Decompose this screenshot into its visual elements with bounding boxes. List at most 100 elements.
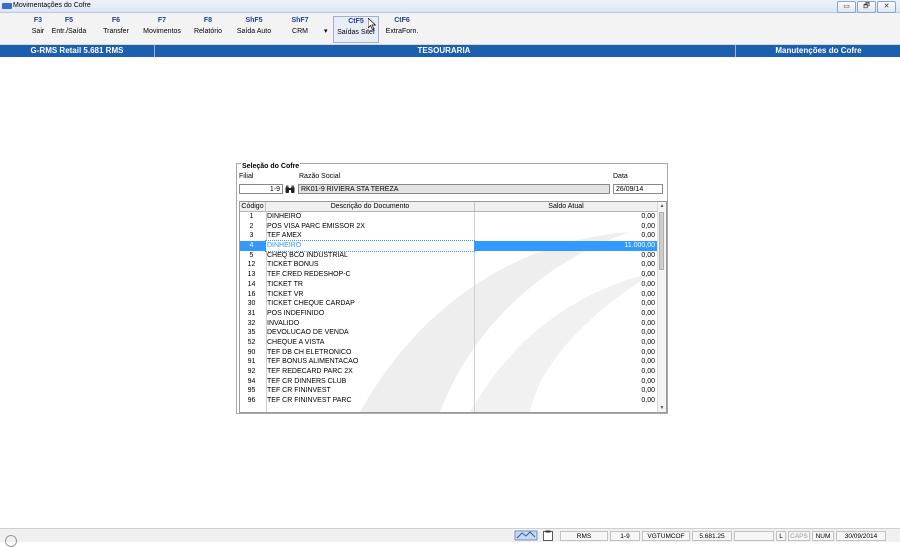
entry-exit-key: F5 bbox=[64, 17, 74, 24]
row-description: TEF CR DINNERS CLUB bbox=[267, 377, 347, 385]
status-num: NUM bbox=[812, 531, 834, 541]
row-description: TEF DB CH ELETRONICO bbox=[267, 348, 352, 356]
table-row[interactable]: 12 TICKET BONUS 0,00 bbox=[240, 260, 657, 270]
row-balance: 0,00 bbox=[641, 261, 655, 269]
row-description: TICKET VR bbox=[267, 290, 304, 298]
scroll-thumb[interactable] bbox=[659, 212, 664, 270]
minimize-button[interactable]: ▭ bbox=[837, 1, 856, 13]
table-row[interactable]: 92 TEF REDECARD PARC 2X 0,00 bbox=[240, 367, 657, 377]
movements-key: F7 bbox=[157, 17, 167, 24]
company-name-field: RK01-9 RIVIERA STA TEREZA bbox=[298, 184, 610, 194]
row-description: TICKET BONUS bbox=[267, 261, 319, 269]
status-branch: 1-9 bbox=[610, 531, 640, 541]
network-icon bbox=[514, 530, 538, 541]
restore-button[interactable]: 🗗 bbox=[857, 1, 876, 13]
row-code: 94 bbox=[247, 377, 256, 385]
exit-key: F3 bbox=[33, 17, 43, 24]
table-row[interactable]: 16 TICKET VR 0,00 bbox=[240, 290, 657, 300]
documents-table: Código Descrição do Documento Saldo Atua… bbox=[239, 201, 667, 413]
header-balance[interactable]: Saldo Atual bbox=[475, 202, 657, 211]
panel-title: Seleção do Cofre bbox=[241, 163, 301, 170]
row-description: TEF CRED REDESHOP-C bbox=[267, 271, 351, 279]
table-body: 1 DINHEIRO 0,00 2 POS VISA PARC EMISSOR 2X 0… bbox=[240, 212, 657, 406]
row-balance: 11.000,00 bbox=[624, 242, 655, 250]
system-version-label: G-RMS Retail 5.681 RMS bbox=[0, 45, 155, 57]
row-code: 30 bbox=[247, 300, 256, 308]
row-code: 4 bbox=[249, 242, 254, 250]
row-balance: 0,00 bbox=[641, 338, 655, 346]
movements-button[interactable]: F7 Movimentos bbox=[140, 16, 184, 41]
entry-exit-button[interactable]: F5 Entr./Saída bbox=[49, 16, 89, 41]
table-row[interactable]: 31 POS INDEFINIDO 0,00 bbox=[240, 309, 657, 319]
binoculars-search-icon[interactable] bbox=[285, 185, 295, 194]
row-code: 91 bbox=[247, 358, 256, 366]
scroll-up-icon[interactable]: ▲ bbox=[658, 202, 666, 210]
crm-button[interactable]: ShF7 CRM bbox=[285, 16, 315, 41]
row-balance: 0,00 bbox=[641, 271, 655, 279]
row-code: 31 bbox=[247, 309, 256, 317]
row-code: 2 bbox=[249, 222, 254, 230]
branch-input[interactable]: 1-9 bbox=[239, 184, 283, 194]
table-row[interactable]: 14 TICKET TR 0,00 bbox=[240, 280, 657, 290]
row-balance: 0,00 bbox=[641, 377, 655, 385]
transfer-button[interactable]: F6 Transfer bbox=[100, 16, 132, 41]
table-row[interactable]: 91 TEF BONUS ALIMENTACAO 0,00 bbox=[240, 357, 657, 367]
row-balance: 0,00 bbox=[641, 232, 655, 240]
crm-key: ShF7 bbox=[291, 17, 309, 24]
row-code: 90 bbox=[247, 348, 256, 356]
row-balance: 0,00 bbox=[641, 397, 655, 405]
header-code[interactable]: Código bbox=[240, 202, 266, 211]
row-description: TICKET CHEQUE CARDAP bbox=[267, 300, 355, 308]
row-code: 12 bbox=[247, 261, 256, 269]
row-description: POS INDEFINIDO bbox=[267, 309, 325, 317]
row-description: TEF BONUS ALIMENTACAO bbox=[267, 358, 359, 366]
table-row[interactable]: 13 TEF CRED REDESHOP-C 0,00 bbox=[240, 270, 657, 280]
row-code: 3 bbox=[249, 232, 254, 240]
table-header: Código Descrição do Documento Saldo Atua… bbox=[240, 202, 657, 212]
row-description: TEF CR FININVEST bbox=[267, 387, 331, 395]
branch-label: Filial bbox=[239, 173, 254, 180]
table-row[interactable]: 90 TEF DB CH ELETRONICO 0,00 bbox=[240, 348, 657, 358]
module-title: TESOURARIA bbox=[417, 46, 471, 55]
entry-exit-label: Entr./Saída bbox=[51, 28, 87, 35]
table-row[interactable]: 94 TEF CR DINNERS CLUB 0,00 bbox=[240, 377, 657, 387]
table-row[interactable]: 1 DINHEIRO 0,00 bbox=[240, 212, 657, 222]
table-row-selected[interactable]: 4 DINHEIRO 11.000,00 bbox=[240, 240, 657, 252]
table-row[interactable]: 2 POS VISA PARC EMISSOR 2X 0,00 bbox=[240, 222, 657, 232]
table-row[interactable]: 35 DEVOLUCAO DE VENDA 0,00 bbox=[240, 328, 657, 338]
table-row[interactable]: 5 CHEQ BCO INDUSTRIAL 0,00 bbox=[240, 251, 657, 261]
scroll-down-icon[interactable]: ▼ bbox=[658, 404, 666, 412]
auto-exit-key: ShF5 bbox=[245, 17, 263, 24]
status-date: 30/09/2014 bbox=[836, 531, 886, 541]
table-row[interactable]: 30 TICKET CHEQUE CARDAP 0,00 bbox=[240, 299, 657, 309]
table-row[interactable]: 96 TEF CR FININVEST PARC 0,00 bbox=[240, 396, 657, 406]
toolbar: F3 Sair F5 Entr./Saída F6 Transfer F7 Mo… bbox=[0, 13, 900, 45]
app-icon bbox=[2, 3, 12, 9]
company-name-label: Razão Social bbox=[299, 173, 341, 180]
row-description: POS VISA PARC EMISSOR 2X bbox=[267, 222, 365, 230]
status-system: RMS bbox=[560, 531, 608, 541]
status-empty bbox=[734, 531, 774, 541]
status-program: VGTUMCOF bbox=[642, 531, 690, 541]
crm-dropdown-arrow-icon[interactable]: ▾ bbox=[324, 27, 328, 35]
close-button[interactable]: ✕ bbox=[877, 1, 896, 13]
exit-button[interactable]: F3 Sair bbox=[28, 16, 48, 41]
vertical-scrollbar[interactable]: ▲ ▼ bbox=[657, 202, 666, 412]
row-balance: 0,00 bbox=[641, 358, 655, 366]
table-row[interactable]: 32 INVALIDO 0,00 bbox=[240, 319, 657, 329]
date-input[interactable]: 26/09/14 bbox=[613, 184, 663, 194]
extra-supplier-key: CtF6 bbox=[394, 17, 410, 24]
auto-exit-label: Saída Auto bbox=[236, 28, 272, 35]
table-row[interactable]: 3 TEF AMEX 0,00 bbox=[240, 231, 657, 241]
extra-supplier-button[interactable]: CtF6 ExtraForn. bbox=[384, 16, 420, 41]
row-balance: 0,00 bbox=[641, 368, 655, 375]
row-code: 16 bbox=[247, 290, 256, 298]
row-description: INVALIDO bbox=[267, 319, 300, 327]
row-description: DEVOLUCAO DE VENDA bbox=[267, 329, 349, 337]
report-button[interactable]: F8 Relatório bbox=[190, 16, 226, 41]
auto-exit-button[interactable]: ShF5 Saída Auto bbox=[232, 16, 276, 41]
row-code: 92 bbox=[247, 368, 256, 375]
table-row[interactable]: 52 CHEQUE A VISTA 0,00 bbox=[240, 338, 657, 348]
header-description[interactable]: Descrição do Documento bbox=[266, 202, 475, 211]
table-row[interactable]: 95 TEF CR FININVEST 0,00 bbox=[240, 386, 657, 396]
